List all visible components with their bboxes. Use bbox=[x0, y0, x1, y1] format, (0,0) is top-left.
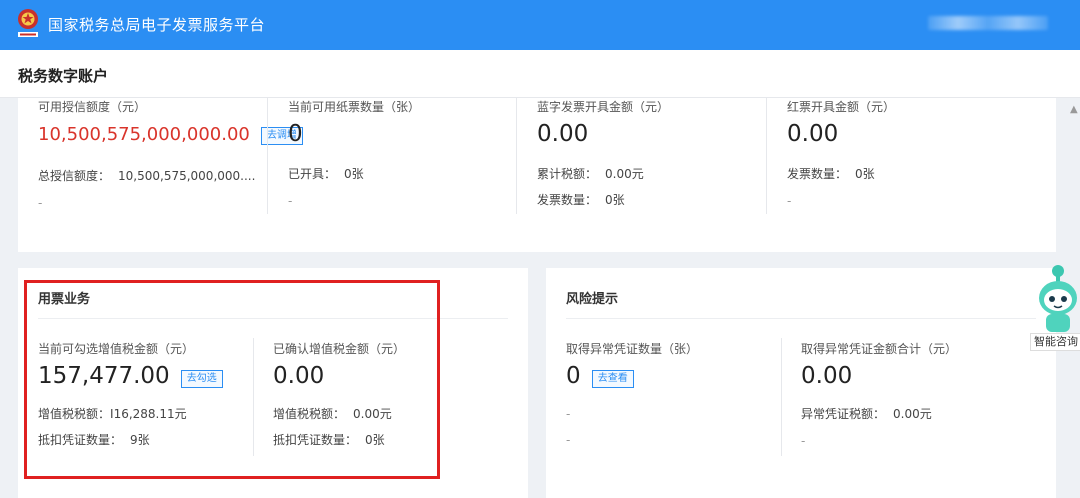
highlight-box bbox=[24, 280, 440, 479]
abnormal-voucher-count-block: 取得异常凭证数量（张） 0 去查看 - - bbox=[566, 340, 698, 447]
blue-invoice-block: 蓝字发票开具金额（元） 0.00 累计税额： 0.00元 发票数量： 0张 bbox=[537, 98, 669, 208]
invoice-count-label: 发票数量： bbox=[537, 193, 598, 207]
red-invoice-value: 0.00 bbox=[787, 121, 839, 147]
credit-limit-label: 可用授信额度（元） bbox=[38, 100, 147, 114]
placeholder-dash: - bbox=[288, 194, 293, 208]
total-credit-row: 总授信额度： 10,500,575,000,000.... bbox=[38, 167, 303, 184]
risk-card: 风险提示 取得异常凭证数量（张） 0 去查看 - - 取得异常凭证金额合计（元）… bbox=[546, 268, 1056, 498]
abnormal-voucher-count-value: 0 bbox=[566, 363, 581, 389]
invoice-count-value: 0张 bbox=[605, 193, 625, 207]
page-header: 税务数字账户 bbox=[0, 50, 1080, 98]
blue-invoice-value: 0.00 bbox=[537, 121, 589, 147]
smart-consult-button[interactable]: 智能咨询 bbox=[1030, 333, 1080, 351]
issued-value: 0张 bbox=[344, 167, 364, 181]
accumulated-tax-label: 累计税额： bbox=[537, 167, 598, 181]
divider bbox=[781, 338, 782, 456]
issued-label: 已开具： bbox=[288, 167, 337, 181]
go-view-button[interactable]: 去查看 bbox=[591, 369, 634, 388]
tax-emblem-icon bbox=[18, 9, 38, 37]
paper-invoice-block: 当前可用纸票数量（张） 0 已开具： 0张 - bbox=[288, 98, 420, 208]
divider bbox=[267, 98, 268, 214]
user-account-blurred[interactable] bbox=[928, 16, 1048, 30]
placeholder-dash: - bbox=[801, 434, 806, 448]
accumulated-tax-value: 0.00元 bbox=[605, 167, 644, 181]
abnormal-voucher-amount-value: 0.00 bbox=[801, 363, 853, 389]
abnormal-tax-row: 异常凭证税额： 0.00元 bbox=[801, 405, 957, 422]
abnormal-tax-value: 0.00元 bbox=[893, 407, 932, 421]
placeholder-dash: - bbox=[566, 433, 571, 447]
credit-limit-block: 可用授信额度（元） 10,500,575,000,000.00 去调增 总授信额… bbox=[38, 98, 303, 210]
risk-title: 风险提示 bbox=[566, 292, 619, 307]
blue-invoice-count-row: 发票数量： 0张 bbox=[537, 191, 669, 208]
total-credit-label: 总授信额度： bbox=[38, 169, 111, 183]
abnormal-voucher-count-label: 取得异常凭证数量（张） bbox=[566, 342, 699, 356]
top-bar: 国家税务总局电子发票服务平台 bbox=[0, 0, 1080, 50]
scroll-up-icon[interactable]: ▲ bbox=[1070, 104, 1078, 115]
invoice-count-label: 发票数量： bbox=[787, 167, 848, 181]
divider bbox=[766, 98, 767, 214]
divider bbox=[566, 318, 1036, 319]
site-title[interactable]: 国家税务总局电子发票服务平台 bbox=[48, 14, 265, 35]
abnormal-voucher-amount-block: 取得异常凭证金额合计（元） 0.00 异常凭证税额： 0.00元 - bbox=[801, 340, 957, 448]
summary-card: 可用授信额度（元） 10,500,575,000,000.00 去调增 总授信额… bbox=[18, 98, 1056, 252]
paper-invoice-value: 0 bbox=[288, 121, 303, 147]
red-invoice-label: 红票开具金额（元） bbox=[787, 100, 896, 114]
issued-row: 已开具： 0张 bbox=[288, 165, 420, 182]
placeholder-dash: - bbox=[566, 407, 571, 421]
invoice-count-value: 0张 bbox=[855, 167, 875, 181]
paper-invoice-label: 当前可用纸票数量（张） bbox=[288, 100, 421, 114]
page-title: 税务数字账户 bbox=[18, 67, 109, 85]
abnormal-tax-label: 异常凭证税额： bbox=[801, 407, 886, 421]
blue-invoice-label: 蓝字发票开具金额（元） bbox=[537, 100, 670, 114]
divider bbox=[516, 98, 517, 214]
abnormal-voucher-amount-label: 取得异常凭证金额合计（元） bbox=[801, 342, 958, 356]
total-credit-value: 10,500,575,000,000.... bbox=[118, 169, 256, 183]
placeholder-dash: - bbox=[787, 194, 792, 208]
placeholder-dash: - bbox=[38, 196, 43, 210]
credit-limit-value: 10,500,575,000,000.00 bbox=[38, 124, 250, 145]
red-invoice-count-row: 发票数量： 0张 bbox=[787, 165, 895, 182]
red-invoice-block: 红票开具金额（元） 0.00 发票数量： 0张 - bbox=[787, 98, 895, 208]
accumulated-tax-row: 累计税额： 0.00元 bbox=[537, 165, 669, 182]
